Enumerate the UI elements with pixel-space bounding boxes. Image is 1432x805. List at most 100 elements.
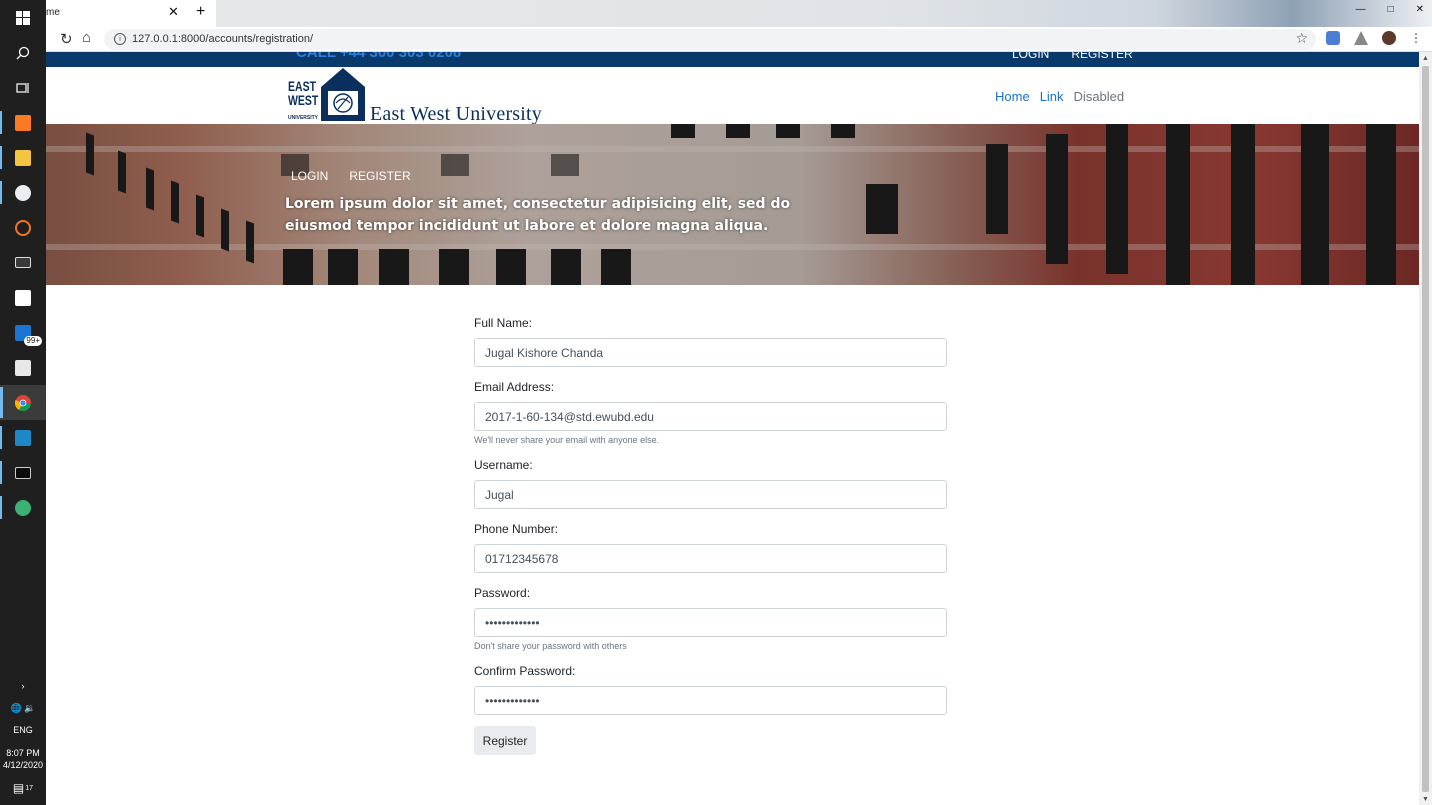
home-icon[interactable]: ⌂: [82, 29, 91, 46]
browser-chrome: me ✕ + — □ ✕ ↻ ⌂ i 127.0.0.1:8000/accoun…: [46, 0, 1432, 52]
taskbar-app-green[interactable]: [0, 490, 46, 525]
speaker-icon: 🔉: [24, 702, 36, 713]
action-center-button[interactable]: ▤ 17: [13, 771, 33, 805]
close-window-icon[interactable]: ✕: [1416, 4, 1424, 15]
taskbar-vscode[interactable]: [0, 420, 46, 455]
password-input[interactable]: [474, 608, 947, 637]
logo-east-west: EAST WEST: [288, 79, 318, 107]
close-tab-icon[interactable]: ✕: [168, 4, 179, 20]
page-viewport: CALL +44 300 303 0208 LOGIN REGISTER EAS…: [46, 52, 1419, 805]
reload-icon[interactable]: ↻: [60, 30, 73, 48]
system-tray: › 🌐 🔉 ENG 8:07 PM 4/12/2020 ▤ 17: [0, 675, 46, 805]
chevron-right-icon: ›: [21, 681, 25, 691]
show-hidden-icons-button[interactable]: ›: [22, 675, 25, 697]
menu-kebab-icon[interactable]: ⋮: [1410, 31, 1422, 45]
new-tab-icon[interactable]: +: [196, 3, 205, 21]
logo-name: East West University: [370, 103, 542, 125]
url-text[interactable]: 127.0.0.1:8000/accounts/registration/: [132, 33, 313, 45]
address-bar[interactable]: i 127.0.0.1:8000/accounts/registration/ …: [104, 29, 1316, 50]
taskbar-file-explorer[interactable]: [0, 140, 46, 175]
windows-icon: [16, 10, 30, 25]
language-indicator[interactable]: ENG: [13, 719, 33, 741]
topbar-login-link[interactable]: LOGIN: [1012, 52, 1049, 61]
page-scrollbar[interactable]: ▲ ▼: [1419, 52, 1432, 805]
tab-title: me: [46, 7, 60, 18]
folder-icon: [15, 149, 31, 166]
taskbar-mail[interactable]: 99+: [0, 315, 46, 350]
task-view-button[interactable]: [0, 70, 46, 105]
email-help-text: We'll never share your email with anyone…: [474, 435, 660, 445]
confirm-password-input[interactable]: [474, 686, 947, 715]
search-icon: [16, 46, 30, 59]
nav-disabled-link: Disabled: [1073, 89, 1125, 104]
topbar-register-link[interactable]: REGISTER: [1071, 52, 1132, 61]
logo-west: WEST: [288, 92, 319, 108]
taskbar-calculator[interactable]: [0, 350, 46, 385]
site-navbar: EAST WEST UNIVERSITY East West Universit…: [46, 67, 1419, 125]
maximize-icon[interactable]: □: [1388, 4, 1394, 15]
hero-login-link[interactable]: LOGIN: [291, 169, 328, 183]
clock-time: 8:07 PM: [6, 748, 40, 758]
phone-label: Phone Number:: [474, 522, 559, 536]
full-name-label: Full Name:: [474, 316, 533, 330]
clock-date: 4/12/2020: [2, 760, 44, 770]
translate-extension-icon[interactable]: [1326, 31, 1340, 45]
taskbar-xampp[interactable]: [0, 105, 46, 140]
logo-university-small: UNIVERSITY: [288, 115, 319, 121]
browser-tab[interactable]: me ✕: [46, 0, 216, 27]
hero-register-link[interactable]: REGISTER: [349, 169, 410, 183]
app-globe-icon: [15, 499, 31, 516]
username-label: Username:: [474, 458, 533, 472]
scroll-down-icon[interactable]: ▼: [1422, 796, 1429, 803]
xampp-icon: [15, 114, 31, 131]
site-topbar: CALL +44 300 303 0208 LOGIN REGISTER: [46, 52, 1419, 67]
minimize-icon[interactable]: —: [1356, 4, 1366, 15]
search-button[interactable]: [0, 35, 46, 70]
taskbar-jupyter[interactable]: [0, 210, 46, 245]
scroll-thumb[interactable]: [1422, 66, 1429, 792]
topbar-links: LOGIN REGISTER: [1012, 52, 1133, 61]
register-button[interactable]: Register: [474, 726, 536, 755]
chrome-icon: [15, 394, 31, 411]
film-icon: [15, 257, 31, 268]
nav-link[interactable]: Link: [1040, 89, 1064, 104]
phone-input[interactable]: [474, 544, 947, 573]
tab-strip: me ✕ + — □ ✕: [46, 0, 1432, 27]
hero-banner: LOGIN REGISTER Lorem ipsum dolor sit ame…: [46, 124, 1419, 285]
email-input[interactable]: [474, 402, 947, 431]
notification-icon: ▤: [12, 781, 25, 795]
main-nav: Home Link Disabled: [995, 89, 1124, 104]
profile-avatar[interactable]: [1382, 31, 1396, 45]
info-icon[interactable]: i: [114, 33, 126, 45]
drive-extension-icon[interactable]: [1354, 31, 1368, 45]
taskbar-store[interactable]: [0, 280, 46, 315]
notification-count: 17: [25, 784, 34, 792]
paint-icon: [15, 184, 31, 201]
task-view-icon: [16, 82, 29, 93]
taskbar-app-paint[interactable]: [0, 175, 46, 210]
jupyter-icon: [15, 219, 31, 236]
full-name-input[interactable]: [474, 338, 947, 367]
registration-form: Full Name: Email Address: We'll never sh…: [474, 316, 947, 755]
clock[interactable]: 8:07 PM 4/12/2020: [3, 747, 43, 771]
call-text: CALL +44 300 303 0208: [296, 52, 462, 61]
taskbar-media[interactable]: [0, 245, 46, 280]
taskbar-chrome[interactable]: [0, 385, 46, 420]
network-volume[interactable]: 🌐 🔉: [11, 697, 35, 719]
site-logo[interactable]: EAST WEST UNIVERSITY East West Universit…: [288, 67, 542, 125]
scroll-up-icon[interactable]: ▲: [1422, 55, 1429, 62]
calculator-icon: [15, 359, 31, 376]
bookmark-star-icon[interactable]: ☆: [1295, 30, 1308, 47]
taskbar-terminal[interactable]: [0, 455, 46, 490]
logo-east: EAST: [288, 78, 317, 94]
username-input[interactable]: [474, 480, 947, 509]
confirm-password-label: Confirm Password:: [474, 664, 576, 678]
university-emblem-icon: [321, 68, 365, 121]
start-button[interactable]: [0, 0, 46, 35]
nav-home-link[interactable]: Home: [995, 89, 1030, 104]
password-help-text: Don't share your password with others: [474, 641, 627, 651]
password-label: Password:: [474, 586, 531, 600]
taskbar: 99+ › 🌐 🔉 ENG 8:07 PM 4/12/2020 ▤ 17: [0, 0, 46, 805]
terminal-icon: [15, 466, 31, 479]
window-controls: — □ ✕: [1356, 4, 1424, 15]
